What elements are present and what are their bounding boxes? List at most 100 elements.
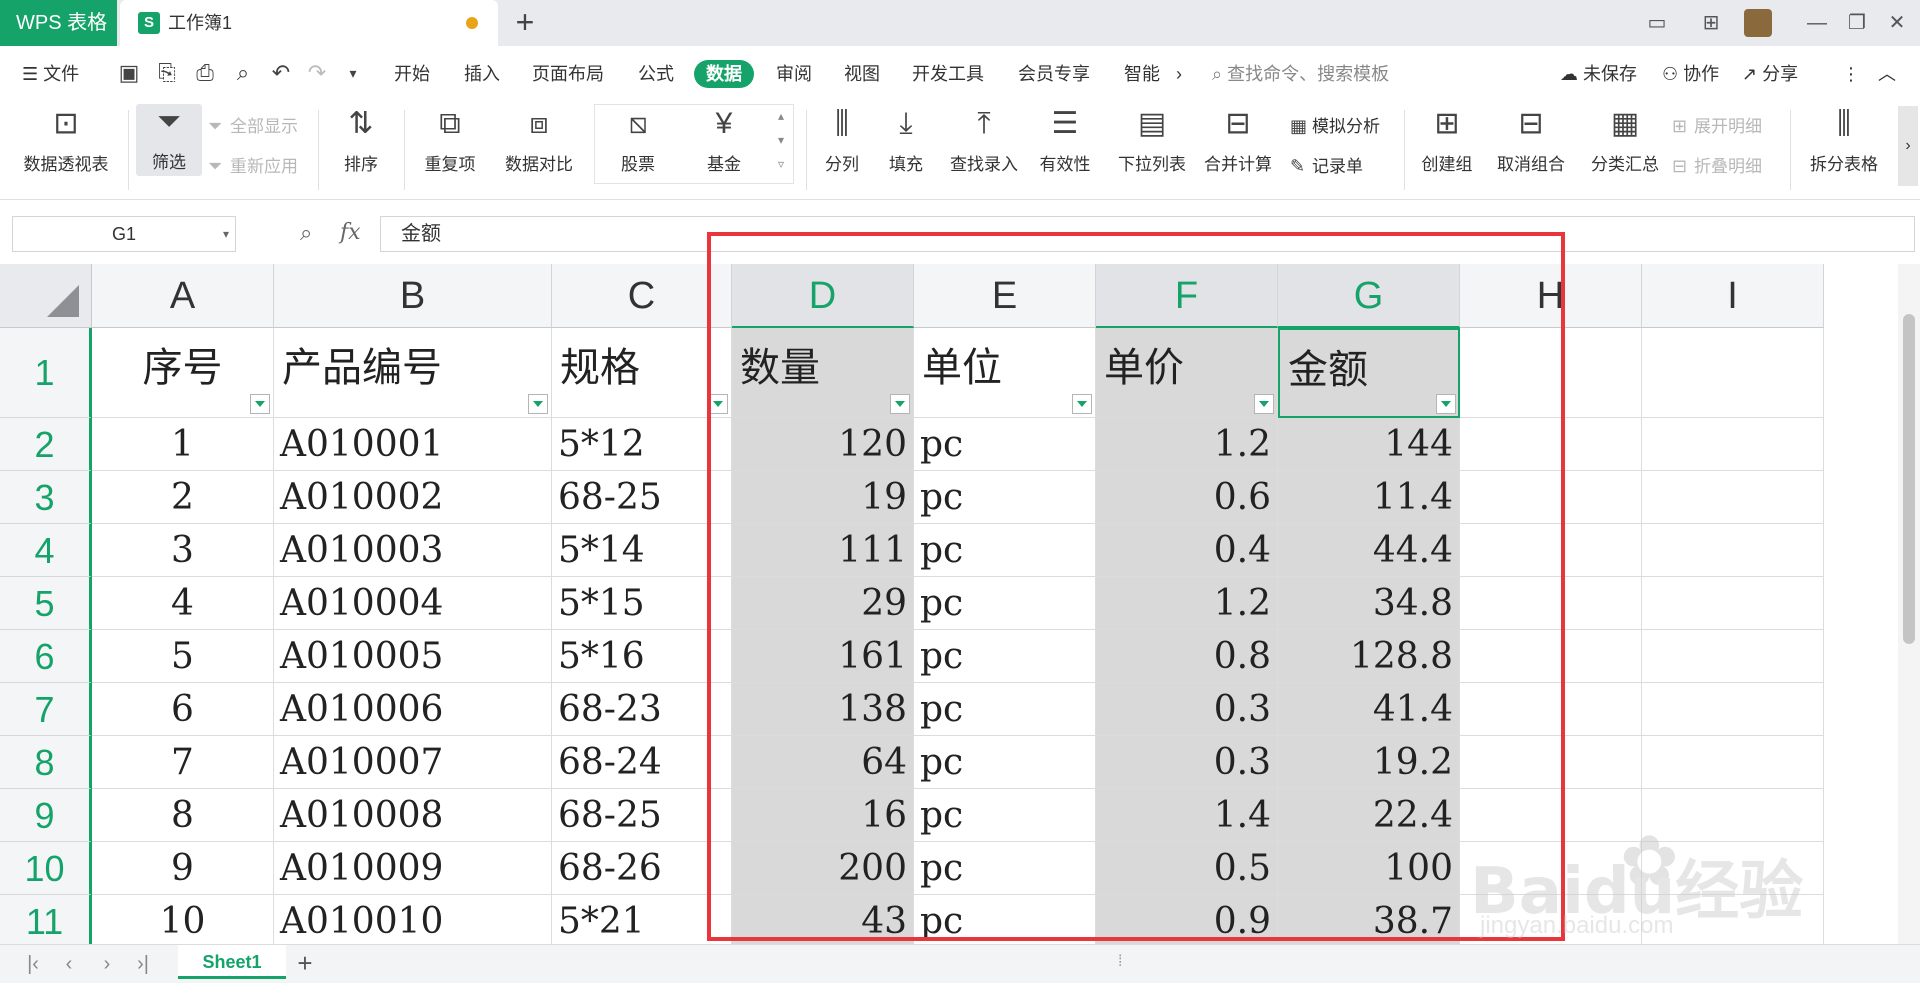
tab-more-chevron[interactable]: ›: [1176, 60, 1182, 88]
share-button[interactable]: ↗ 分享: [1742, 60, 1798, 88]
tab-review[interactable]: 审阅: [776, 60, 812, 88]
table-cell[interactable]: 5*15: [552, 577, 732, 630]
table-cell[interactable]: A010004: [274, 577, 552, 630]
print-icon[interactable]: ⎙: [192, 60, 218, 86]
empty-cell[interactable]: [1460, 736, 1642, 789]
filter-dropdown-icon[interactable]: [1254, 394, 1274, 414]
table-cell[interactable]: pc: [914, 577, 1096, 630]
print-preview-icon[interactable]: ⌕: [230, 60, 256, 86]
table-cell[interactable]: 128.8: [1278, 630, 1460, 683]
table-cell[interactable]: A010002: [274, 471, 552, 524]
table-cell[interactable]: 0.3: [1096, 736, 1278, 789]
column-header-h[interactable]: H: [1460, 264, 1642, 328]
undo-icon[interactable]: ↶: [268, 60, 294, 86]
unsaved-status[interactable]: ☁ 未保存: [1560, 60, 1637, 88]
table-cell[interactable]: 138: [732, 683, 914, 736]
what-if-button[interactable]: ▦ 模拟分析: [1290, 112, 1380, 137]
tab-insert[interactable]: 插入: [464, 60, 500, 88]
table-cell[interactable]: 43: [732, 895, 914, 944]
table-cell[interactable]: A010010: [274, 895, 552, 944]
empty-cell[interactable]: [1642, 630, 1824, 683]
empty-cell[interactable]: [1460, 842, 1642, 895]
table-cell[interactable]: 6: [92, 683, 274, 736]
tab-start[interactable]: 开始: [394, 60, 430, 88]
empty-cell[interactable]: [1642, 736, 1824, 789]
table-cell[interactable]: 9: [92, 842, 274, 895]
table-cell[interactable]: 120: [732, 418, 914, 471]
show-all-button[interactable]: ⏷ 全部显示: [208, 112, 298, 137]
table-cell[interactable]: A010007: [274, 736, 552, 789]
table-cell[interactable]: pc: [914, 789, 1096, 842]
select-all-corner[interactable]: [0, 264, 92, 328]
table-cell[interactable]: A010006: [274, 683, 552, 736]
table-cell[interactable]: A010001: [274, 418, 552, 471]
tab-smart[interactable]: 智能: [1124, 60, 1160, 88]
table-cell[interactable]: 64: [732, 736, 914, 789]
row-header-5[interactable]: 5: [0, 577, 92, 630]
pivot-table-button[interactable]: ⊡ 数据透视表: [14, 106, 118, 175]
name-box[interactable]: G1 ▾: [12, 216, 236, 252]
table-cell[interactable]: 0.5: [1096, 842, 1278, 895]
table-cell[interactable]: A010009: [274, 842, 552, 895]
tab-view[interactable]: 视图: [844, 60, 880, 88]
empty-cell[interactable]: [1460, 471, 1642, 524]
table-header-cell[interactable]: 单价: [1096, 328, 1278, 418]
dropdown-list-button[interactable]: ▤ 下拉列表: [1114, 106, 1190, 175]
funds-button[interactable]: ¥ 基金: [692, 106, 756, 175]
next-sheet-icon[interactable]: ›: [92, 951, 122, 977]
subtotal-button[interactable]: ▦ 分类汇总: [1586, 106, 1664, 175]
chevron-down-icon[interactable]: ▾: [340, 60, 366, 86]
split-column-button[interactable]: ⫼ 分列: [814, 106, 870, 175]
formula-input[interactable]: 金额: [380, 216, 1915, 252]
table-cell[interactable]: pc: [914, 683, 1096, 736]
ribbon-scroll-right[interactable]: ›: [1898, 106, 1918, 186]
table-cell[interactable]: pc: [914, 524, 1096, 577]
row-header-4[interactable]: 4: [0, 524, 92, 577]
table-cell[interactable]: 5*16: [552, 630, 732, 683]
table-cell[interactable]: 100: [1278, 842, 1460, 895]
collaborate-button[interactable]: ⚇ 协作: [1662, 60, 1719, 88]
collapse-ribbon-icon[interactable]: ︿: [1878, 60, 1896, 88]
table-cell[interactable]: 144: [1278, 418, 1460, 471]
column-header-f[interactable]: F: [1096, 264, 1278, 328]
table-cell[interactable]: pc: [914, 471, 1096, 524]
table-header-cell[interactable]: 数量: [732, 328, 914, 418]
table-cell[interactable]: 38.7: [1278, 895, 1460, 944]
filter-dropdown-icon[interactable]: [528, 394, 548, 414]
lookup-entry-button[interactable]: ⤒ 查找录入: [944, 106, 1024, 175]
table-cell[interactable]: 22.4: [1278, 789, 1460, 842]
table-cell[interactable]: 5*14: [552, 524, 732, 577]
new-tab-button[interactable]: +: [508, 6, 542, 40]
table-cell[interactable]: 68-23: [552, 683, 732, 736]
filter-dropdown-icon[interactable]: [1072, 394, 1092, 414]
validity-button[interactable]: ☰ 有效性: [1030, 106, 1100, 175]
first-sheet-icon[interactable]: |‹: [18, 951, 48, 977]
restore-icon[interactable]: ❐: [1840, 8, 1874, 38]
empty-cell[interactable]: [1460, 789, 1642, 842]
duplicates-button[interactable]: ⧉ 重复项: [414, 106, 486, 175]
record-form-button[interactable]: ✎ 记录单: [1290, 152, 1363, 177]
empty-cell[interactable]: [1460, 895, 1642, 944]
table-cell[interactable]: 111: [732, 524, 914, 577]
table-cell[interactable]: 19: [732, 471, 914, 524]
row-header-6[interactable]: 6: [0, 630, 92, 683]
table-cell[interactable]: 68-25: [552, 471, 732, 524]
table-cell[interactable]: 1.2: [1096, 418, 1278, 471]
grid-apps-icon[interactable]: ⊞: [1694, 8, 1728, 38]
empty-cell[interactable]: [1642, 683, 1824, 736]
tab-member[interactable]: 会员专享: [1018, 60, 1090, 88]
table-cell[interactable]: 161: [732, 630, 914, 683]
table-cell[interactable]: 34.8: [1278, 577, 1460, 630]
table-cell[interactable]: 1: [92, 418, 274, 471]
row-header-8[interactable]: 8: [0, 736, 92, 789]
tab-page-layout[interactable]: 页面布局: [532, 60, 604, 88]
collapse-detail-button[interactable]: ⊟ 折叠明细: [1672, 152, 1762, 177]
table-cell[interactable]: 68-26: [552, 842, 732, 895]
document-tab[interactable]: S 工作簿1: [120, 0, 498, 46]
table-cell[interactable]: 1.2: [1096, 577, 1278, 630]
empty-cell[interactable]: [1460, 328, 1642, 418]
table-cell[interactable]: 0.3: [1096, 683, 1278, 736]
empty-cell[interactable]: [1642, 328, 1824, 418]
fx-icon[interactable]: fx: [340, 220, 361, 245]
filter-button[interactable]: ⏷ 筛选: [136, 104, 202, 176]
